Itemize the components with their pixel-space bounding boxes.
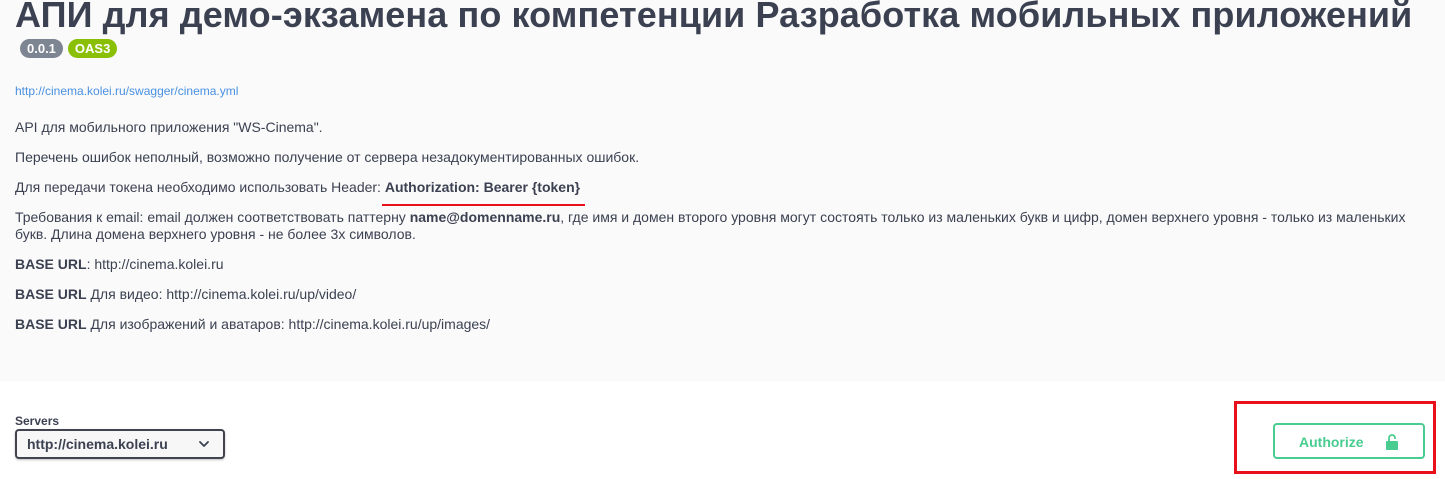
base-url-images-value: Для изображений и аватаров: http://cinem… (86, 316, 491, 332)
email-pattern: name@domenname.ru (409, 209, 561, 225)
base-url-video-line: BASE URL Для видео: http://cinema.kolei.… (15, 286, 1435, 303)
auth-header-highlight: Authorization: Bearer {token} (381, 179, 586, 206)
info-section: АПИ для демо-экзамена по компетенции Раз… (0, 0, 1445, 381)
base-url-video-label: BASE URL (15, 286, 87, 302)
base-url-images-line: BASE URL Для изображений и аватаров: htt… (15, 316, 1435, 333)
api-description: API для мобильного приложения "WS-Cinema… (15, 119, 1435, 346)
red-underline-annotation (381, 204, 586, 206)
base-url-images-label: BASE URL (15, 316, 87, 332)
base-url-label: BASE URL (15, 256, 87, 272)
desc-paragraph-4: Требования к email: email должен соответ… (15, 209, 1435, 243)
oas-badge: OAS3 (67, 39, 118, 58)
page-title: АПИ для демо-экзамена по компетенции Раз… (15, 0, 1413, 35)
version-badges: 0.0.1 OAS3 (20, 39, 118, 58)
version-badge: 0.0.1 (20, 39, 63, 58)
servers-select-value: http://cinema.kolei.ru (27, 436, 168, 452)
desc-paragraph-2: Перечень ошибок неполный, возможно получ… (15, 149, 640, 165)
spec-url-link[interactable]: http://cinema.kolei.ru/swagger/cinema.ym… (15, 84, 238, 98)
desc-paragraph-3-text: Для передачи токена необходимо использов… (15, 179, 385, 195)
base-url-value: : http://cinema.kolei.ru (86, 256, 224, 272)
desc-paragraph-4-text-1: Требования к email: email должен соответ… (15, 209, 410, 225)
base-url-line: BASE URL: http://cinema.kolei.ru (15, 256, 1435, 273)
unlocked-icon (1386, 434, 1398, 450)
auth-header-format: Authorization: Bearer {token} (384, 179, 581, 195)
authorize-button[interactable]: Authorize (1273, 423, 1425, 459)
base-url-video-value: Для видео: http://cinema.kolei.ru/up/vid… (86, 286, 357, 302)
servers-label: Servers (15, 414, 60, 428)
desc-paragraph-1: API для мобильного приложения "WS-Cinema… (15, 119, 323, 135)
servers-select[interactable]: http://cinema.kolei.ru (15, 429, 225, 459)
authorize-label: Authorize (1299, 434, 1364, 450)
chevron-down-icon (199, 441, 209, 447)
desc-paragraph-3: Для передачи токена необходимо использов… (15, 179, 1435, 206)
scheme-container: Servers http://cinema.kolei.ru Authorize (0, 381, 1445, 479)
